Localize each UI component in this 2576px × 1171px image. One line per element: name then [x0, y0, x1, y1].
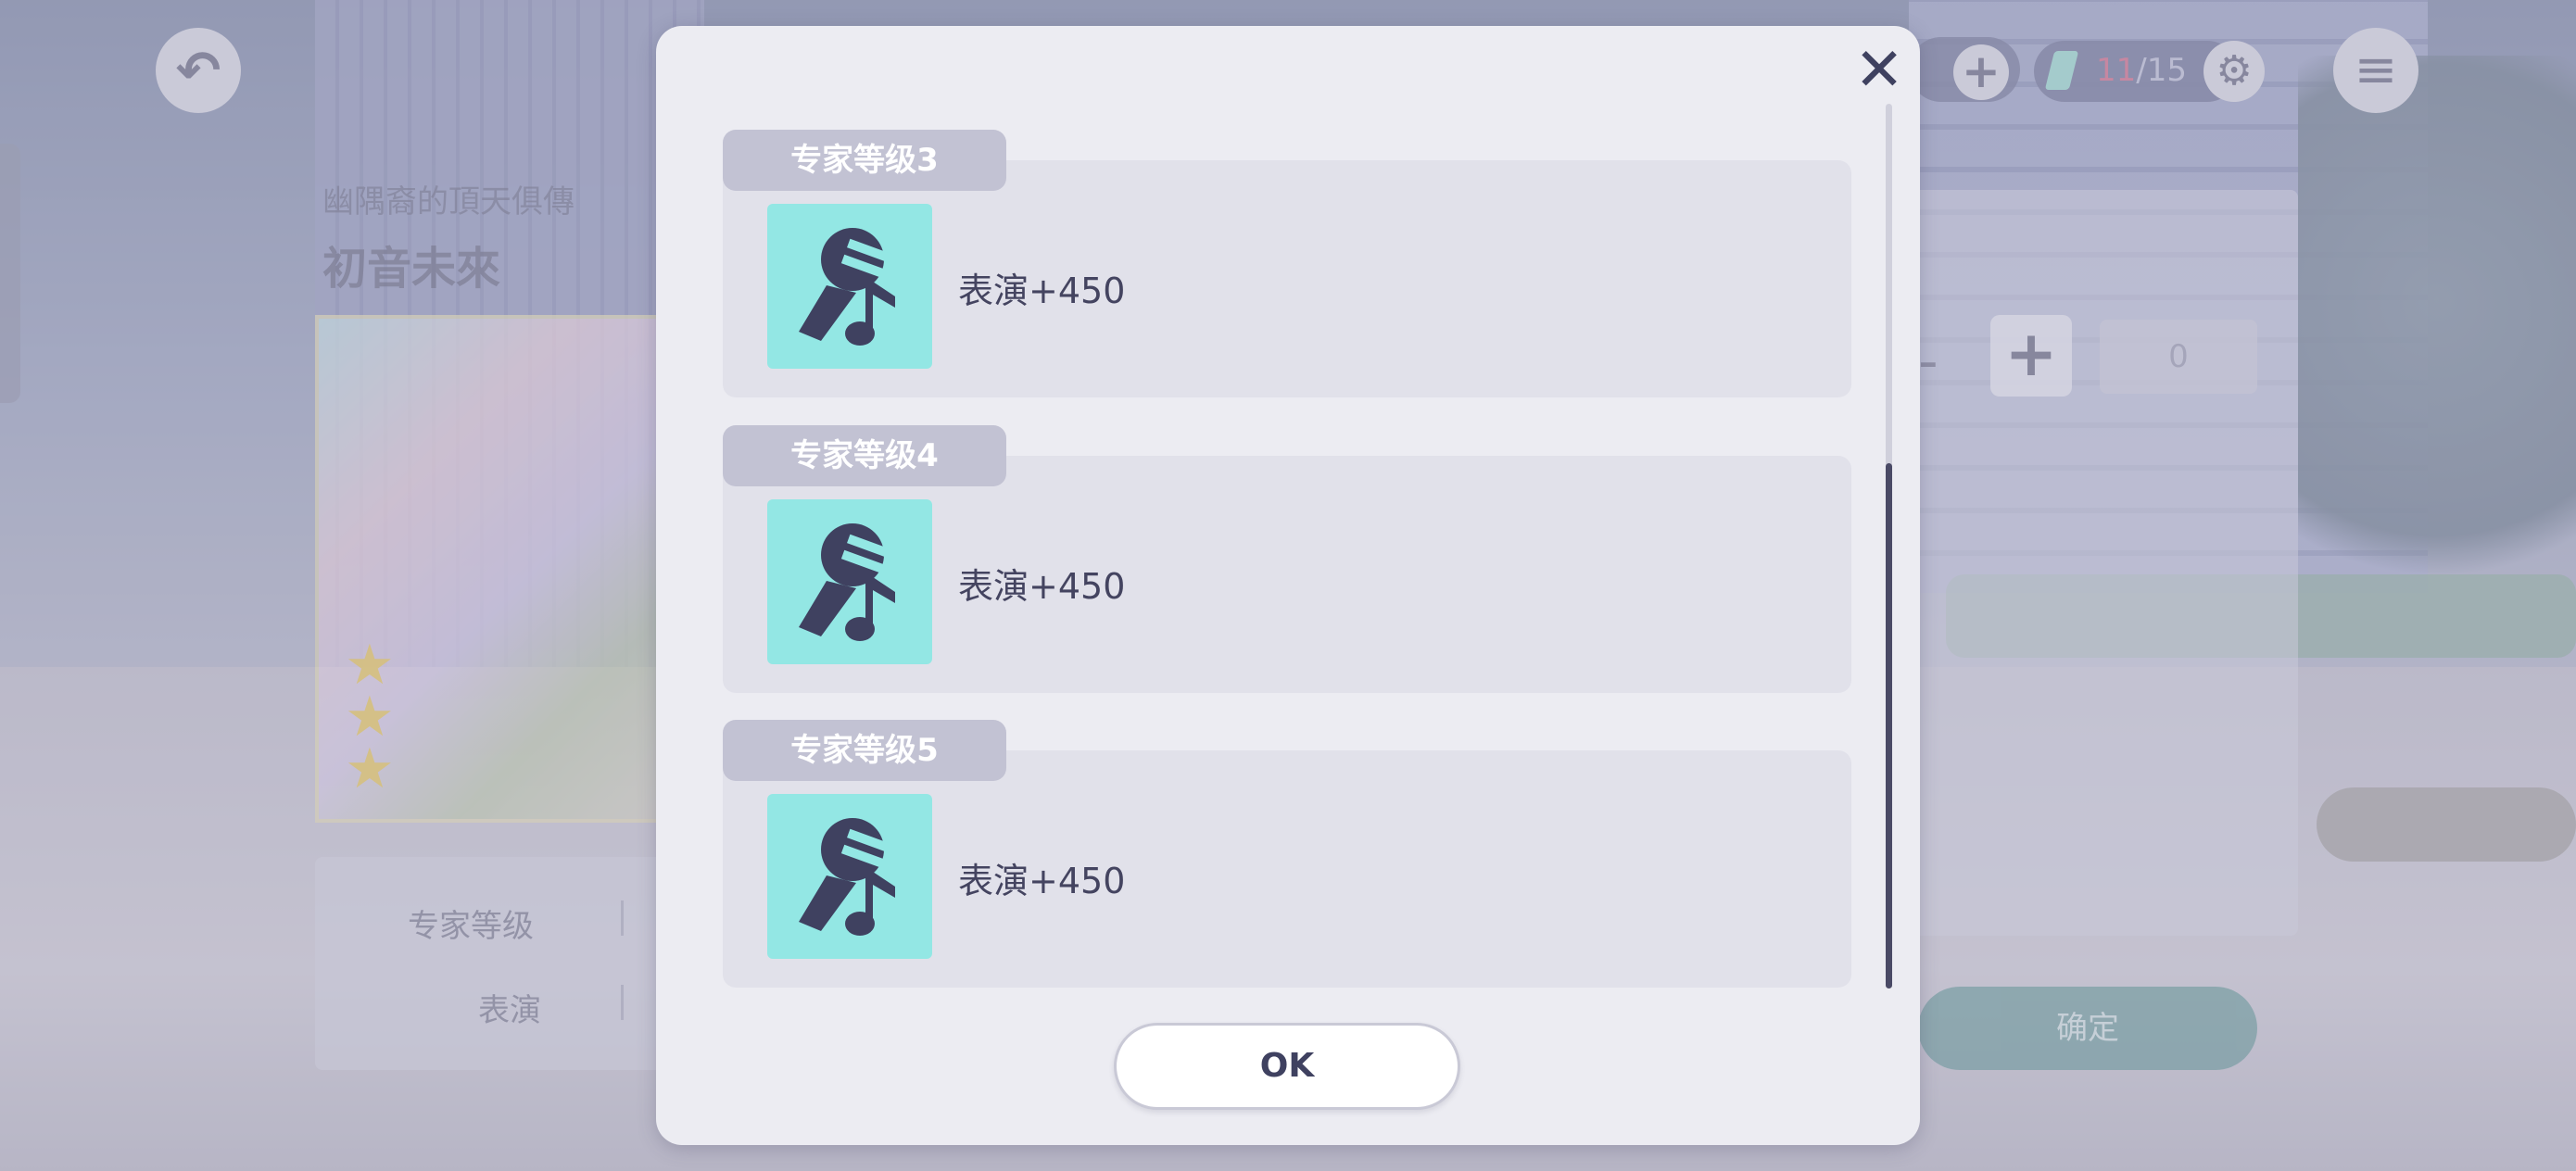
level-tab-label: 专家等级4 — [723, 425, 1006, 486]
level-tab-label: 专家等级5 — [723, 720, 1006, 781]
perk-text: 表演+450 — [958, 566, 1126, 607]
ok-button[interactable]: OK — [1114, 1023, 1460, 1110]
level-tab-label: 专家等级3 — [723, 130, 1006, 191]
microphone-music-icon — [767, 204, 932, 369]
perk-text: 表演+450 — [958, 271, 1126, 311]
microphone-music-icon — [767, 499, 932, 664]
close-icon: ✕ — [1854, 36, 1904, 105]
close-dialog-button[interactable]: ✕ — [1844, 35, 1914, 106]
scrollbar-thumb[interactable] — [1886, 463, 1892, 988]
microphone-music-icon — [767, 794, 932, 959]
perk-text: 表演+450 — [958, 861, 1126, 901]
